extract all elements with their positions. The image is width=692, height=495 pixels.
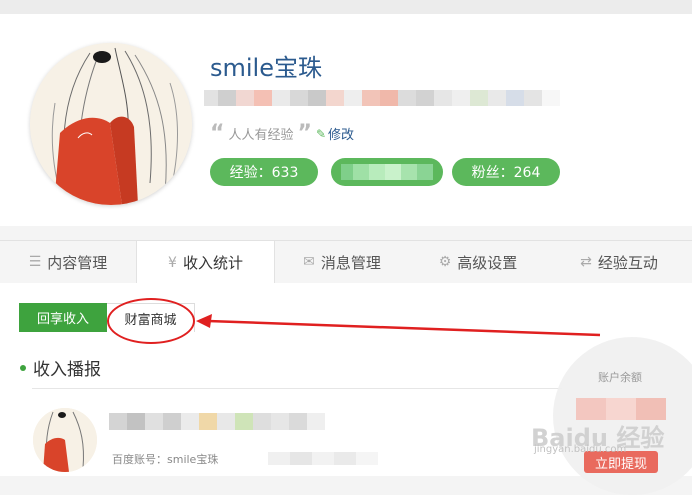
- feed-avatar-illustration: [33, 408, 97, 472]
- motto: “ 人人有经验 ” ✎ 修改: [210, 120, 355, 146]
- gear-icon: ⚙: [438, 254, 452, 270]
- tab-label: 经验互动: [597, 253, 658, 272]
- experience-pill[interactable]: 经验：633: [210, 158, 318, 186]
- fans-pill[interactable]: 粉丝：264: [452, 158, 560, 186]
- obscured-stat-pill[interactable]: [331, 158, 443, 186]
- tab-label: 高级设置: [457, 253, 518, 272]
- section-title: 收入播报: [20, 355, 101, 380]
- obscured-info-mosaic: [204, 90, 576, 106]
- fans-label: 粉丝：264: [471, 165, 541, 181]
- feed-obscured-mosaic-2: [268, 452, 378, 465]
- yen-icon: ¥: [168, 254, 177, 271]
- top-band: [0, 0, 692, 14]
- tab-income-stats[interactable]: ¥ 收入统计: [136, 241, 275, 284]
- tab-label: 收入统计: [182, 254, 243, 272]
- balance-label: 账户余额: [598, 371, 642, 384]
- open-quote-icon: “: [210, 120, 225, 146]
- feed-avatar[interactable]: [33, 408, 97, 472]
- username: smile宝珠: [210, 54, 322, 82]
- tab-bar: ☰ 内容管理 ¥ 收入统计 ✉ 消息管理 ⚙ 高级设置 ⇄ 经验互动: [0, 240, 692, 284]
- obscured-stat-mosaic: [341, 164, 433, 180]
- withdraw-label: 立即提现: [594, 456, 647, 472]
- experience-label: 经验：633: [229, 165, 299, 181]
- divider: [32, 388, 562, 389]
- edit-motto-link[interactable]: ✎ 修改: [315, 124, 355, 144]
- feed-obscured-mosaic: [109, 413, 325, 430]
- mail-icon: ✉: [303, 254, 315, 270]
- tab-message-management[interactable]: ✉ 消息管理: [274, 241, 410, 283]
- watermark-url: jingyan.baidu.com: [534, 444, 627, 455]
- motto-text: 人人有经验: [228, 128, 294, 143]
- user-avatar[interactable]: [30, 43, 192, 205]
- edit-label: 修改: [328, 128, 355, 143]
- list-icon: ☰: [28, 254, 42, 270]
- bullet-dot: [20, 364, 26, 371]
- tab-label: 消息管理: [320, 253, 381, 272]
- annotation-arrow: [196, 314, 601, 337]
- pencil-icon: ✎: [315, 126, 327, 141]
- tab-experience-interaction[interactable]: ⇄ 经验互动: [546, 241, 692, 283]
- tab-label: 内容管理: [47, 253, 108, 272]
- tab-advanced-settings[interactable]: ⚙ 高级设置: [410, 241, 546, 283]
- swap-icon: ⇄: [580, 254, 592, 270]
- section-title-text: 收入播报: [33, 360, 101, 380]
- balance-obscured-mosaic: [576, 398, 666, 420]
- subtab-label: 回享收入: [36, 312, 89, 327]
- tab-content-management[interactable]: ☰ 内容管理: [0, 241, 136, 283]
- subtab-share-income[interactable]: 回享收入: [19, 303, 107, 332]
- avatar-illustration: [30, 43, 192, 205]
- account-label: 百度账号：smile宝珠: [112, 453, 219, 466]
- annotation-circle: [107, 298, 195, 344]
- close-quote-icon: ”: [297, 120, 312, 146]
